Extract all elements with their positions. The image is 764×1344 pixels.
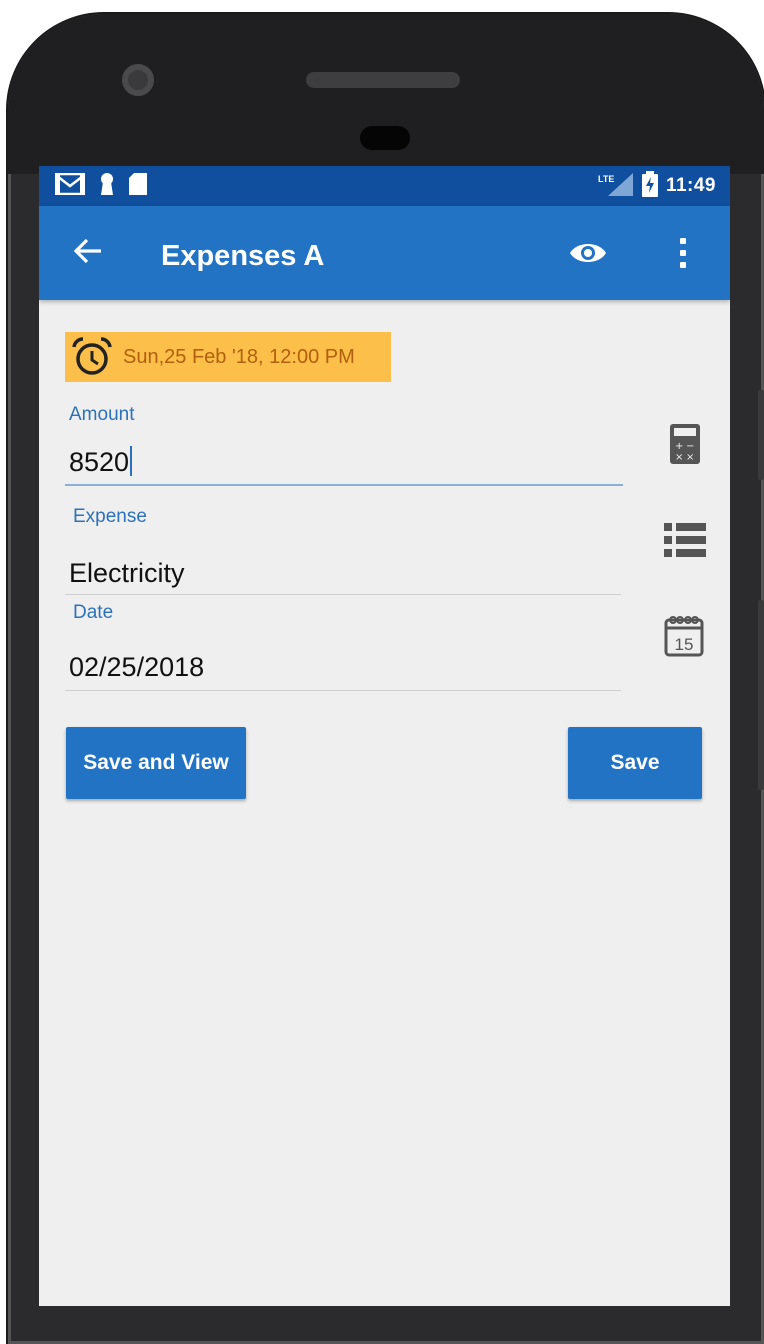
app-bar: Expenses A xyxy=(39,206,730,300)
status-bar: LTE 11:49 xyxy=(39,166,730,206)
alarm-clock-icon xyxy=(72,337,112,375)
calculator-button[interactable]: + − × × xyxy=(665,422,705,466)
amount-value: 8520 xyxy=(69,447,130,477)
date-label: Date xyxy=(73,602,114,623)
more-options-button[interactable] xyxy=(663,226,703,280)
svg-text:+: + xyxy=(675,441,683,452)
svg-text:×: × xyxy=(686,452,694,463)
earpiece-speaker xyxy=(306,72,460,88)
text-cursor xyxy=(130,446,133,476)
calendar-icon: 15 xyxy=(664,616,704,657)
expense-label: Expense xyxy=(73,506,147,527)
expense-list-button[interactable] xyxy=(663,522,707,558)
reminder-datetime: Sun,25 Feb '18, 12:00 PM xyxy=(123,345,355,368)
calendar-day: 15 xyxy=(675,635,694,654)
svg-text:LTE: LTE xyxy=(598,174,614,184)
gmail-icon xyxy=(54,172,86,200)
power-button xyxy=(758,600,764,790)
calendar-button[interactable]: 15 xyxy=(663,614,705,658)
phone-top-bezel xyxy=(8,14,764,174)
page-title: Expenses A xyxy=(161,240,325,272)
reminder-chip[interactable]: Sun,25 Feb '18, 12:00 PM xyxy=(65,332,391,382)
svg-text:×: × xyxy=(675,452,683,463)
lte-signal-icon: LTE xyxy=(598,171,634,202)
save-button[interactable]: Save xyxy=(568,727,702,799)
date-underline xyxy=(65,690,621,691)
eye-icon xyxy=(570,244,606,262)
back-arrow-icon xyxy=(73,238,101,264)
amount-label: Amount xyxy=(69,404,135,425)
expense-field[interactable]: Electricity xyxy=(69,558,185,589)
status-time: 11:49 xyxy=(665,175,716,196)
keyhole-icon xyxy=(99,172,115,201)
list-icon xyxy=(664,523,706,557)
battery-charging-icon xyxy=(641,170,658,202)
amount-field[interactable]: 8520 xyxy=(69,446,133,478)
calculator-icon: + − × × xyxy=(670,424,700,464)
date-field[interactable]: 02/25/2018 xyxy=(69,652,204,683)
proximity-sensor xyxy=(360,126,410,150)
save-and-view-button[interactable]: Save and View xyxy=(66,727,246,799)
back-button[interactable] xyxy=(65,228,111,274)
amount-underline xyxy=(65,484,623,486)
sd-card-icon xyxy=(129,172,147,200)
svg-text:−: − xyxy=(686,441,694,452)
front-camera xyxy=(122,64,154,96)
more-vert-icon xyxy=(680,238,686,244)
app-screen: LTE 11:49 Expenses A Sun,25 Feb '18, 12:… xyxy=(39,166,730,1306)
expense-underline xyxy=(65,594,621,595)
view-button[interactable] xyxy=(565,230,611,276)
volume-button xyxy=(758,390,764,480)
